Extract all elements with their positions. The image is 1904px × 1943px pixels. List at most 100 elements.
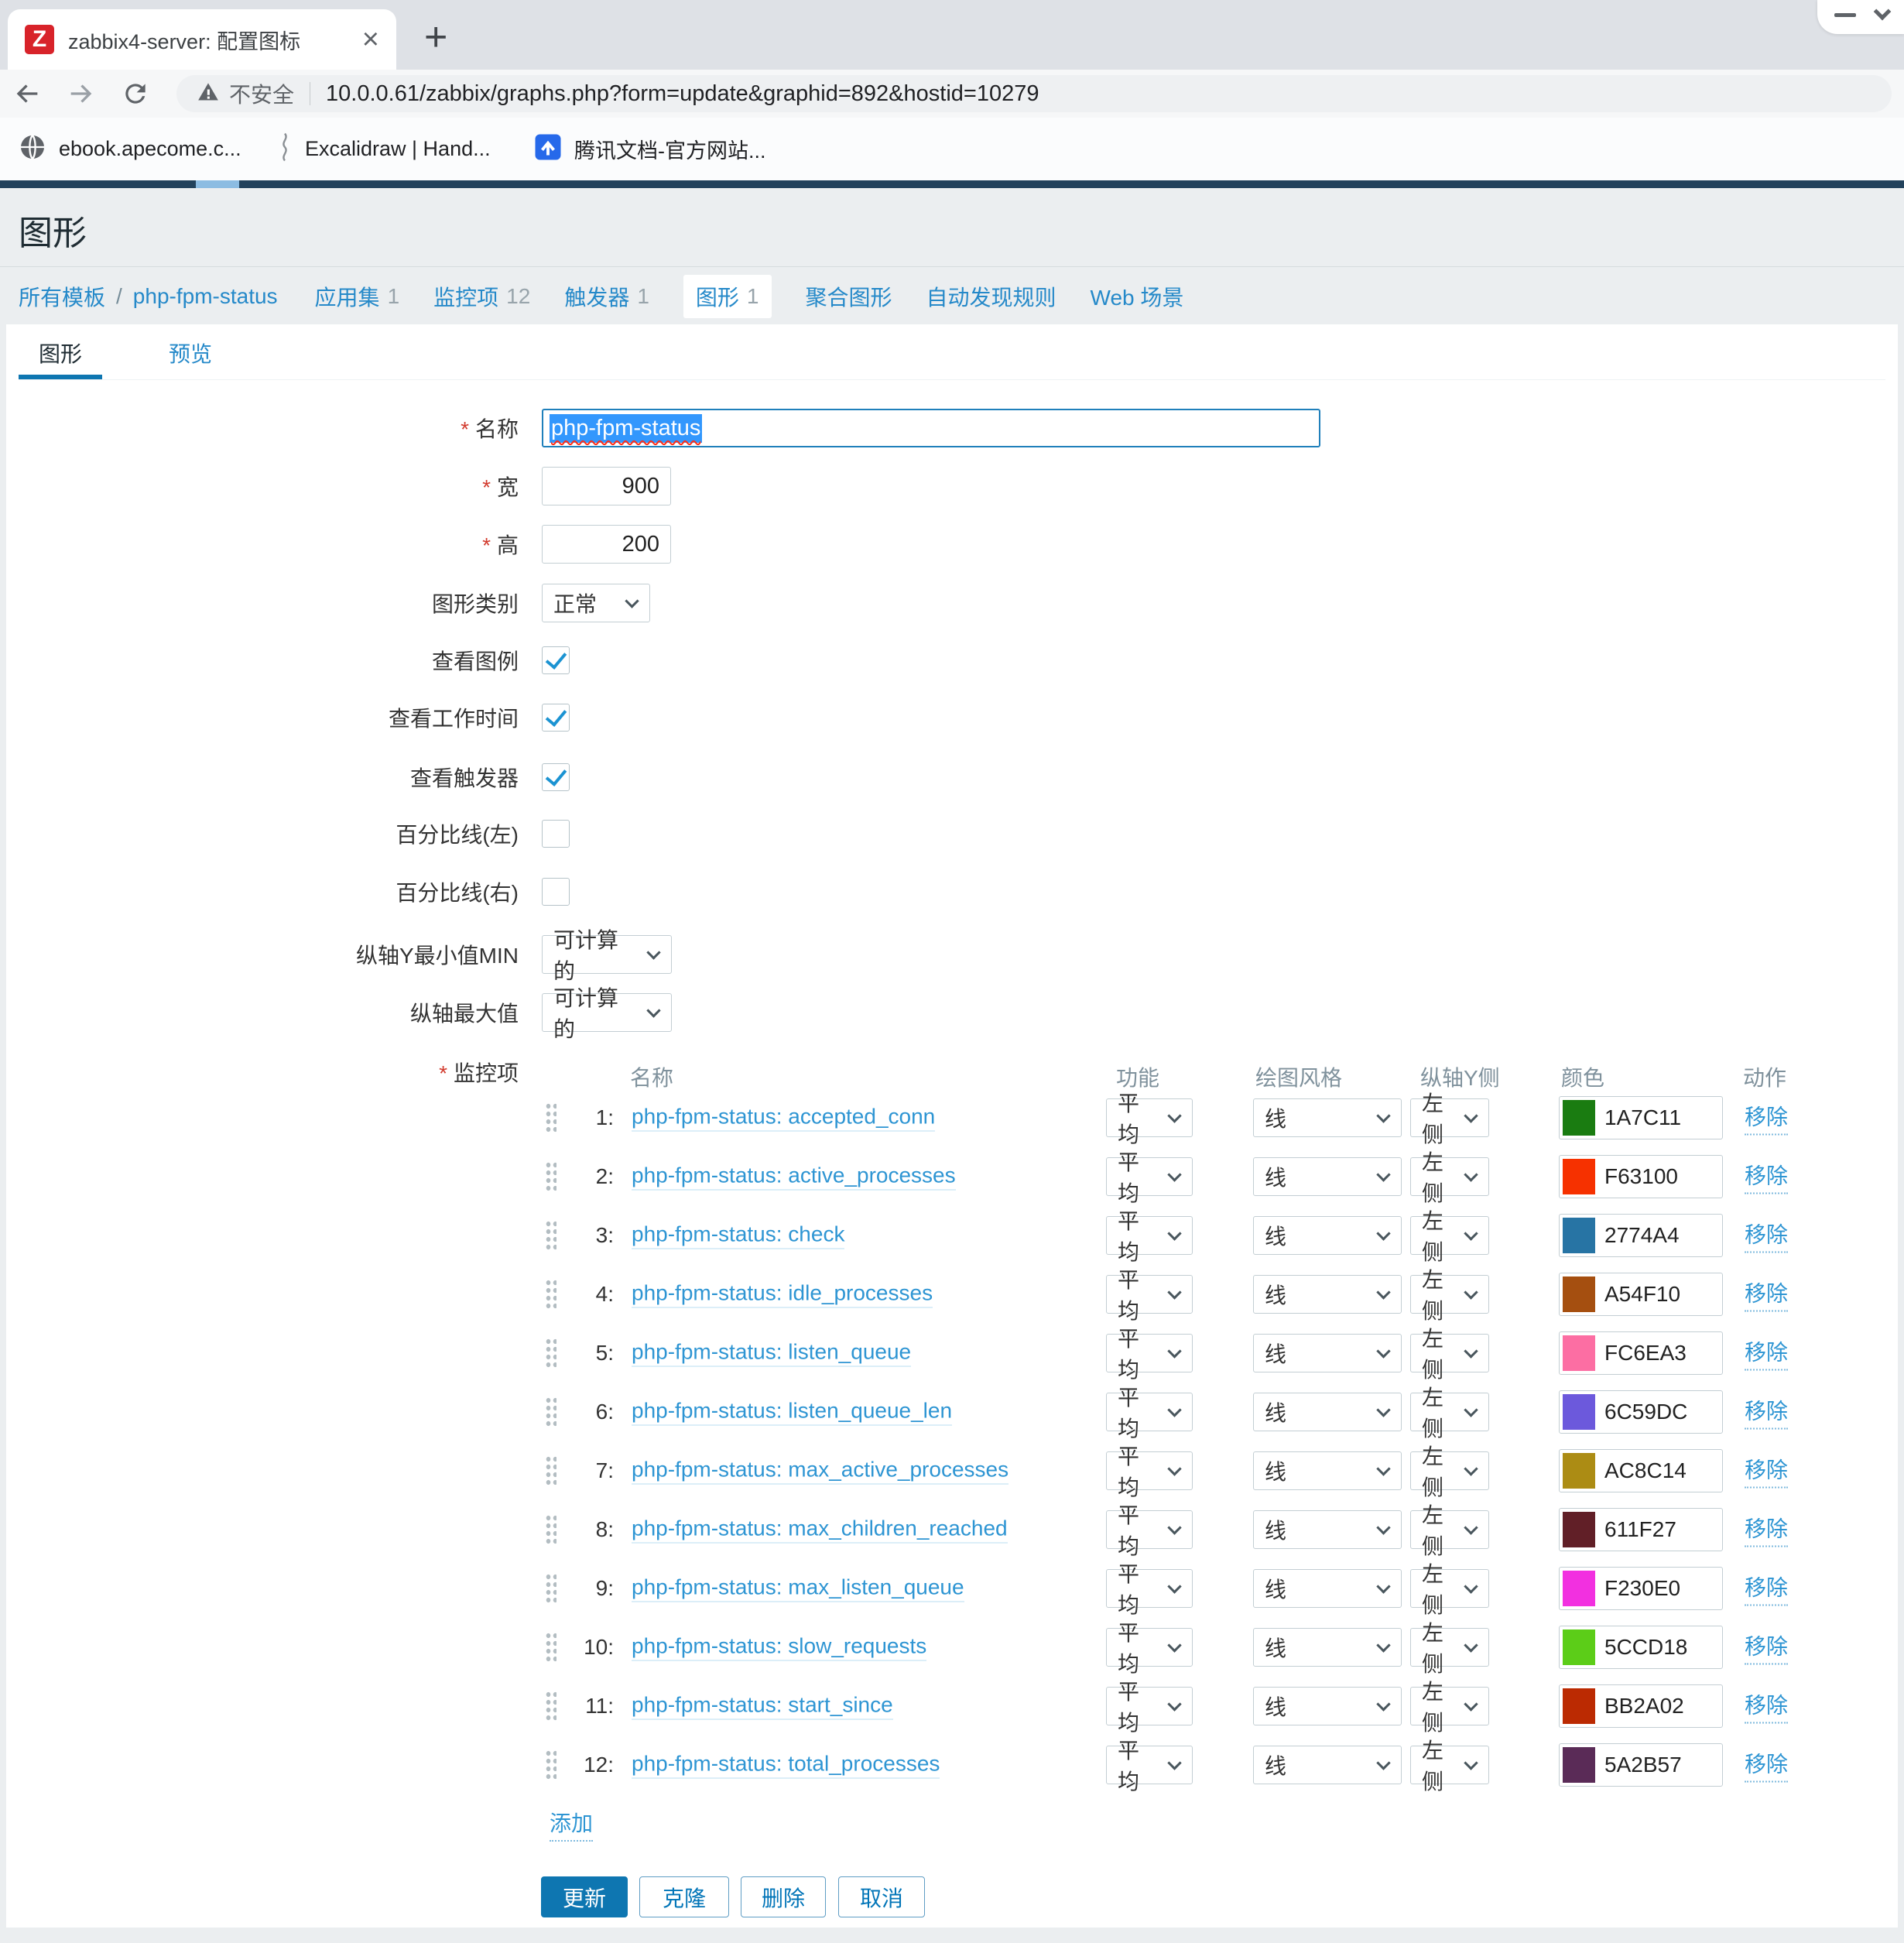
- drag-handle-icon[interactable]: [545, 1396, 556, 1427]
- graph-type-select[interactable]: 正常: [542, 584, 650, 622]
- drag-handle-icon[interactable]: [545, 1220, 556, 1251]
- chevron-down-icon[interactable]: [1874, 3, 1892, 21]
- drag-handle-icon[interactable]: [545, 1691, 556, 1722]
- remove-item-link[interactable]: 移除: [1745, 1630, 1788, 1665]
- function-select[interactable]: 平均: [1106, 1216, 1193, 1255]
- reload-button[interactable]: [118, 76, 153, 111]
- page-top-scrollbar[interactable]: [0, 180, 1904, 188]
- clone-button[interactable]: 克隆: [639, 1876, 729, 1917]
- y-axis-side-select[interactable]: 左侧: [1410, 1393, 1489, 1431]
- item-link[interactable]: php-fpm-status: active_processes: [632, 1163, 956, 1191]
- remove-item-link[interactable]: 移除: [1745, 1513, 1788, 1547]
- y-axis-side-select[interactable]: 左侧: [1410, 1216, 1489, 1255]
- color-picker[interactable]: 5CCD18: [1559, 1626, 1723, 1669]
- color-picker[interactable]: 1A7C11: [1559, 1096, 1723, 1139]
- function-select[interactable]: 平均: [1106, 1510, 1193, 1549]
- nav-web-scenarios[interactable]: Web 场景: [1091, 281, 1184, 312]
- draw-style-select[interactable]: 线: [1253, 1098, 1402, 1137]
- scrollbar-thumb[interactable]: [196, 180, 239, 188]
- tab-graph[interactable]: 图形: [19, 331, 102, 379]
- new-tab-button[interactable]: +: [424, 14, 447, 60]
- drag-handle-icon[interactable]: [545, 1279, 556, 1310]
- name-input[interactable]: php-fpm-status: [542, 409, 1320, 447]
- remove-item-link[interactable]: 移除: [1745, 1336, 1788, 1371]
- color-picker[interactable]: AC8C14: [1559, 1449, 1723, 1492]
- color-picker[interactable]: F63100: [1559, 1155, 1723, 1198]
- remove-item-link[interactable]: 移除: [1745, 1395, 1788, 1430]
- y-axis-side-select[interactable]: 左侧: [1410, 1569, 1489, 1608]
- y-axis-side-select[interactable]: 左侧: [1410, 1687, 1489, 1725]
- draw-style-select[interactable]: 线: [1253, 1746, 1402, 1784]
- breadcrumb-host-link[interactable]: php-fpm-status: [133, 284, 278, 309]
- width-input[interactable]: 900: [542, 467, 671, 505]
- item-link[interactable]: php-fpm-status: slow_requests: [632, 1634, 926, 1661]
- nav-applications[interactable]: 应用集1: [315, 281, 400, 312]
- item-link[interactable]: php-fpm-status: accepted_conn: [632, 1105, 935, 1132]
- draw-style-select[interactable]: 线: [1253, 1275, 1402, 1314]
- remove-item-link[interactable]: 移除: [1745, 1689, 1788, 1724]
- color-picker[interactable]: F230E0: [1559, 1567, 1723, 1610]
- remove-item-link[interactable]: 移除: [1745, 1101, 1788, 1136]
- y-axis-side-select[interactable]: 左侧: [1410, 1157, 1489, 1196]
- function-select[interactable]: 平均: [1106, 1569, 1193, 1608]
- color-picker[interactable]: BB2A02: [1559, 1684, 1723, 1728]
- ymin-select[interactable]: 可计算的: [542, 935, 672, 974]
- function-select[interactable]: 平均: [1106, 1628, 1193, 1667]
- nav-discovery-rules[interactable]: 自动发现规则: [926, 281, 1056, 312]
- cancel-button[interactable]: 取消: [838, 1876, 925, 1917]
- drag-handle-icon[interactable]: [545, 1632, 556, 1663]
- percentile-left-checkbox[interactable]: [542, 820, 570, 848]
- percentile-right-checkbox[interactable]: [542, 878, 570, 906]
- back-button[interactable]: [9, 76, 45, 111]
- function-select[interactable]: 平均: [1106, 1157, 1193, 1196]
- item-link[interactable]: php-fpm-status: listen_queue_len: [632, 1399, 952, 1426]
- y-axis-side-select[interactable]: 左侧: [1410, 1098, 1489, 1137]
- drag-handle-icon[interactable]: [545, 1573, 556, 1604]
- item-link[interactable]: php-fpm-status: check: [632, 1222, 844, 1249]
- function-select[interactable]: 平均: [1106, 1275, 1193, 1314]
- remove-item-link[interactable]: 移除: [1745, 1160, 1788, 1194]
- address-bar[interactable]: 不安全 10.0.0.61/zabbix/graphs.php?form=upd…: [176, 75, 1892, 112]
- item-link[interactable]: php-fpm-status: total_processes: [632, 1752, 940, 1779]
- draw-style-select[interactable]: 线: [1253, 1628, 1402, 1667]
- drag-handle-icon[interactable]: [545, 1102, 556, 1133]
- color-picker[interactable]: 5A2B57: [1559, 1743, 1723, 1787]
- nav-triggers[interactable]: 触发器1: [564, 281, 649, 312]
- security-label[interactable]: 不安全: [229, 78, 294, 109]
- draw-style-select[interactable]: 线: [1253, 1687, 1402, 1725]
- y-axis-side-select[interactable]: 左侧: [1410, 1510, 1489, 1549]
- drag-handle-icon[interactable]: [545, 1161, 556, 1192]
- function-select[interactable]: 平均: [1106, 1451, 1193, 1490]
- bookmark-excalidraw[interactable]: Excalidraw | Hand...: [277, 118, 491, 180]
- function-select[interactable]: 平均: [1106, 1687, 1193, 1725]
- height-input[interactable]: 200: [542, 525, 671, 564]
- url-text[interactable]: 10.0.0.61/zabbix/graphs.php?form=update&…: [326, 81, 1039, 107]
- drag-handle-icon[interactable]: [545, 1749, 556, 1780]
- delete-button[interactable]: 删除: [741, 1876, 826, 1917]
- minimize-icon[interactable]: [1834, 13, 1856, 17]
- draw-style-select[interactable]: 线: [1253, 1334, 1402, 1372]
- draw-style-select[interactable]: 线: [1253, 1451, 1402, 1490]
- browser-tab[interactable]: Z zabbix4-server: 配置图标 ×: [8, 9, 396, 70]
- function-select[interactable]: 平均: [1106, 1098, 1193, 1137]
- draw-style-select[interactable]: 线: [1253, 1216, 1402, 1255]
- bookmark-tencent-docs[interactable]: 腾讯文档-官方网站...: [534, 118, 766, 180]
- bookmark-ebook[interactable]: ebook.apecome.c...: [19, 118, 241, 180]
- show-working-time-checkbox[interactable]: [542, 704, 570, 732]
- breadcrumb-all-templates-link[interactable]: 所有模板: [19, 281, 105, 312]
- y-axis-side-select[interactable]: 左侧: [1410, 1275, 1489, 1314]
- tab-preview[interactable]: 预览: [149, 331, 232, 379]
- show-legend-checkbox[interactable]: [542, 646, 570, 674]
- y-axis-side-select[interactable]: 左侧: [1410, 1334, 1489, 1372]
- ymax-select[interactable]: 可计算的: [542, 993, 672, 1032]
- color-picker[interactable]: 611F27: [1559, 1508, 1723, 1551]
- nav-graphs-active[interactable]: 图形1: [683, 275, 772, 318]
- remove-item-link[interactable]: 移除: [1745, 1218, 1788, 1253]
- update-button[interactable]: 更新: [541, 1876, 628, 1917]
- remove-item-link[interactable]: 移除: [1745, 1571, 1788, 1606]
- item-link[interactable]: php-fpm-status: listen_queue: [632, 1340, 911, 1367]
- color-picker[interactable]: 6C59DC: [1559, 1390, 1723, 1434]
- y-axis-side-select[interactable]: 左侧: [1410, 1628, 1489, 1667]
- function-select[interactable]: 平均: [1106, 1334, 1193, 1372]
- tab-close-icon[interactable]: ×: [362, 25, 379, 54]
